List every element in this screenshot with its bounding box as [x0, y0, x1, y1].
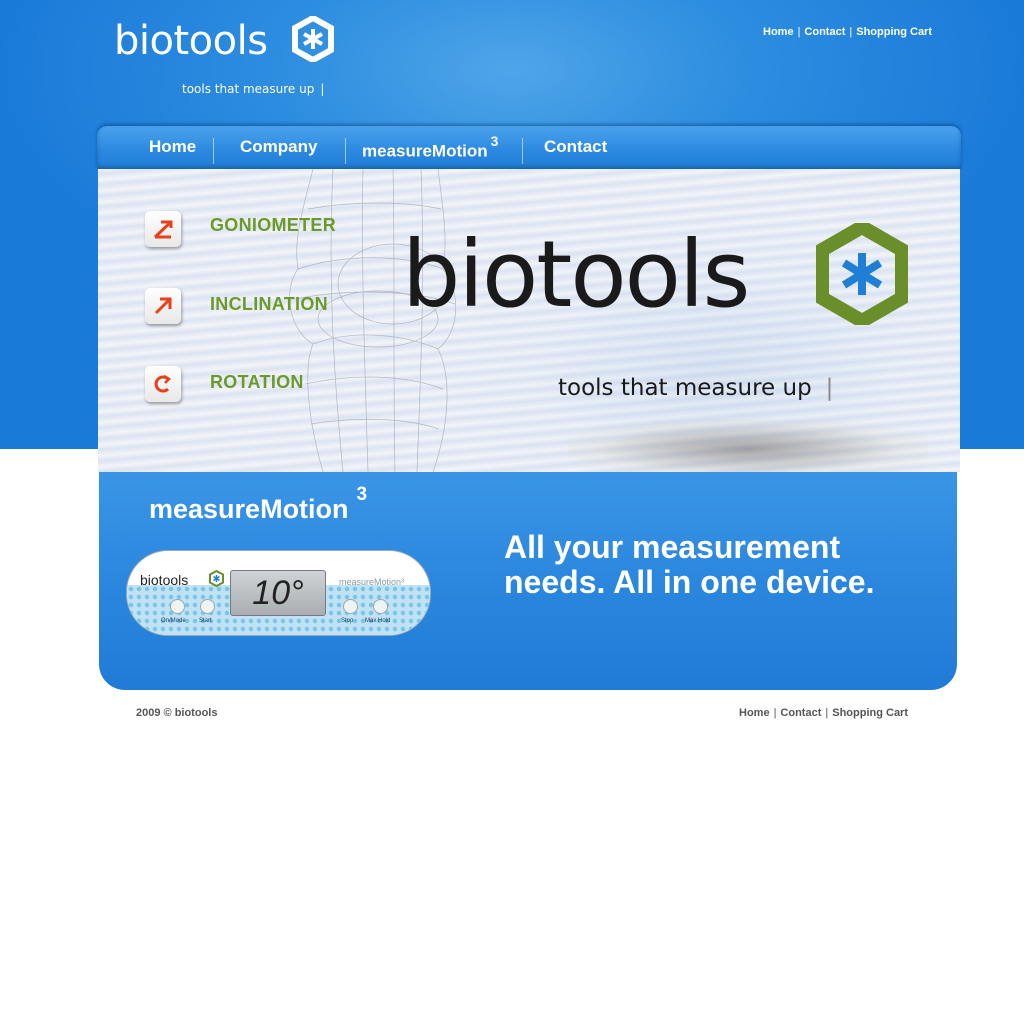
feature-label-inclination[interactable]: INCLINATION: [210, 294, 328, 315]
nav-item-contact[interactable]: Contact: [544, 137, 607, 157]
top-link-home[interactable]: Home: [763, 26, 794, 38]
nav-divider: [522, 138, 523, 164]
rotation-button[interactable]: [145, 366, 181, 402]
nav-label-company: Company: [240, 137, 318, 156]
top-links: Home | Contact | Shopping Cart: [763, 26, 932, 38]
header-tagline: tools that measure up |: [182, 82, 324, 96]
feature-label-rotation[interactable]: ROTATION: [210, 372, 304, 393]
device-label-max-hold: Max Hold: [365, 618, 391, 624]
footer-link-shopping-cart[interactable]: Shopping Cart: [832, 707, 908, 719]
promo-panel: measureMotion 3 biotools 10° measureMotio…: [99, 472, 957, 690]
device-label-stop: Stop: [341, 618, 354, 624]
nav-item-home[interactable]: Home: [149, 137, 196, 157]
top-link-shopping-cart[interactable]: Shopping Cart: [856, 26, 932, 38]
site-logo-text[interactable]: biotools: [114, 18, 268, 64]
footer-link-separator: |: [825, 707, 829, 719]
feature-label-goniometer[interactable]: GONIOMETER: [210, 215, 336, 236]
hero-banner: GONIOMETER INCLINATION ROTATION biotools…: [98, 169, 960, 472]
goniometer-button[interactable]: [145, 211, 181, 247]
promo-title-text: measureMotion: [149, 494, 349, 524]
banner-tagline-bar: |: [825, 375, 834, 401]
footer-links: Home | Contact | Shopping Cart: [739, 707, 908, 719]
device-label-start: Start: [199, 618, 212, 624]
goniometer-icon: [153, 220, 173, 239]
promo-headline-line2: needs. All in one device.: [504, 564, 875, 600]
nav-label-sup: 3: [490, 133, 499, 149]
rotation-arrow-icon: [154, 374, 172, 393]
banner-tagline-text: tools that measure up: [558, 375, 812, 401]
banner-brand: biotools: [402, 221, 750, 328]
top-link-separator: |: [797, 26, 801, 38]
tagline-bar: |: [320, 82, 325, 96]
promo-headline: All your measurement needs. All in one d…: [504, 530, 934, 600]
banner-shadow: [568, 419, 928, 472]
nav-label-measuremotion: measureMotion: [362, 141, 488, 161]
footer-copyright: 2009 © biotools: [136, 707, 218, 719]
device-button-stop: [343, 599, 358, 614]
biotools-logo-icon[interactable]: [292, 16, 334, 62]
footer-link-home[interactable]: Home: [739, 707, 770, 719]
nav-divider: [345, 138, 346, 164]
inclination-button[interactable]: [145, 288, 181, 324]
header-tagline-text: tools that measure up: [182, 82, 315, 96]
device-screen-reading: 10°: [230, 570, 326, 616]
footer-link-separator: |: [773, 707, 777, 719]
nav-label-contact: Contact: [544, 137, 608, 156]
top-link-separator: |: [849, 26, 853, 38]
device-button-start: [200, 599, 215, 614]
promo-title-sup: 3: [356, 484, 368, 505]
device-brand: biotools: [140, 572, 189, 588]
inclination-arrow-icon: [154, 297, 172, 315]
device-button-max-hold: [373, 599, 388, 614]
nav-item-measuremotion[interactable]: measureMotion3: [362, 133, 498, 162]
measuremotion-device-image[interactable]: biotools 10° measureMotion³ On/Mode Star…: [126, 550, 431, 636]
nav-label-home: Home: [149, 137, 197, 156]
biotools-logo-large-icon: [816, 223, 908, 325]
device-logo-icon: [209, 570, 224, 587]
nav-divider: [213, 138, 214, 164]
device-label-on-mode: On/Mode: [161, 618, 186, 624]
device-button-on-mode: [170, 599, 185, 614]
top-link-contact[interactable]: Contact: [804, 26, 845, 38]
footer-link-contact[interactable]: Contact: [780, 707, 821, 719]
nav-item-company[interactable]: Company: [240, 137, 317, 157]
promo-headline-line1: All your measurement: [504, 529, 841, 565]
device-model: measureMotion³: [339, 577, 405, 587]
banner-tagline: tools that measure up |: [558, 375, 833, 401]
main-nav: Home Company measureMotion3 Contact: [97, 126, 961, 169]
promo-title[interactable]: measureMotion 3: [149, 484, 367, 525]
